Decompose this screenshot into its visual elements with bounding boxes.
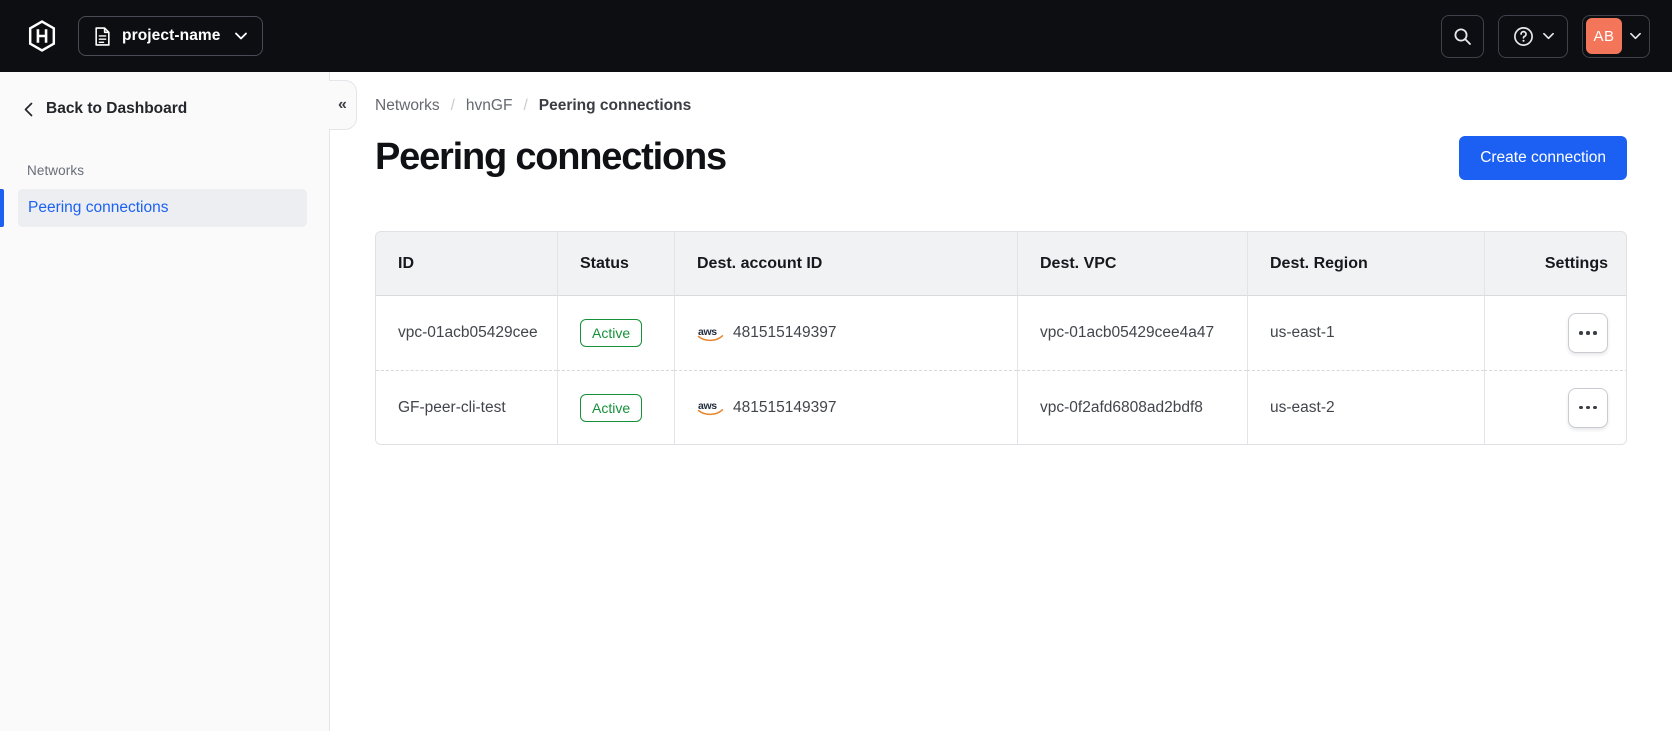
sidebar-collapse-button[interactable]: «	[329, 80, 357, 130]
column-header-settings: Settings	[1484, 232, 1626, 296]
cell-dest-region: us-east-1	[1247, 296, 1484, 370]
collapse-chevrons-icon: «	[338, 96, 347, 113]
sidebar-section-networks: Networks	[27, 163, 85, 178]
column-header-dest-account-id: Dest. account ID	[674, 232, 1017, 296]
hashicorp-logo[interactable]	[27, 20, 57, 52]
dest-account-id-value: 481515149397	[733, 398, 837, 416]
breadcrumb-separator: /	[450, 97, 455, 114]
cell-id: GF-peer-cli-test	[376, 370, 557, 444]
avatar: AB	[1586, 18, 1622, 54]
aws-icon: aws	[697, 325, 724, 342]
breadcrumb-separator: /	[523, 97, 528, 114]
back-to-dashboard-label: Back to Dashboard	[46, 100, 188, 117]
aws-icon: aws	[697, 399, 724, 416]
status-badge: Active	[580, 319, 643, 347]
sidebar-item-peering-connections[interactable]: Peering connections	[0, 189, 307, 227]
breadcrumb-networks[interactable]: Networks	[375, 97, 440, 115]
project-switcher-label: project-name	[122, 27, 221, 44]
back-to-dashboard-link[interactable]: Back to Dashboard	[24, 100, 329, 118]
sidebar: Back to Dashboard Networks Peering conne…	[0, 72, 330, 731]
status-badge: Active	[580, 393, 643, 422]
chevron-down-icon	[1630, 32, 1641, 40]
top-nav: project-name AB	[0, 0, 1672, 72]
table-row: vpc-01acb05429cee Active aws 48151514939…	[376, 296, 1626, 370]
hashicorp-logo-icon	[28, 20, 56, 52]
page-title: Peering connections	[375, 136, 727, 179]
table-header-row: ID Status Dest. account ID Dest. VPC Des…	[376, 232, 1626, 296]
help-icon	[1513, 26, 1534, 47]
chevron-down-icon	[234, 32, 247, 40]
column-header-dest-vpc: Dest. VPC	[1017, 232, 1247, 296]
svg-text:aws: aws	[698, 326, 717, 338]
svg-text:aws: aws	[698, 400, 717, 412]
row-settings-menu-button[interactable]	[1568, 387, 1608, 428]
search-button[interactable]	[1441, 14, 1484, 58]
chevron-left-icon	[24, 102, 33, 117]
cell-status: Active	[557, 296, 674, 370]
column-header-status: Status	[557, 232, 674, 296]
table-row: GF-peer-cli-test Active aws 481515149397…	[376, 370, 1626, 444]
search-icon	[1453, 27, 1472, 46]
peering-connections-table: ID Status Dest. account ID Dest. VPC Des…	[375, 231, 1627, 445]
sidebar-item-label: Peering connections	[28, 199, 169, 216]
cell-dest-vpc: vpc-01acb05429cee4a47	[1017, 296, 1247, 370]
column-header-id: ID	[376, 232, 557, 296]
column-header-dest-region: Dest. Region	[1247, 232, 1484, 296]
page-header: Peering connections Create connection	[375, 136, 1627, 180]
main-content: Networks / hvnGF / Peering connections P…	[330, 72, 1672, 445]
cell-settings	[1484, 296, 1626, 370]
cell-dest-account-id: aws 481515149397	[674, 296, 1017, 370]
cell-dest-vpc: vpc-0f2afd6808ad2bdf8	[1017, 370, 1247, 444]
user-menu-button[interactable]: AB	[1582, 14, 1650, 58]
row-settings-menu-button[interactable]	[1568, 313, 1608, 353]
cell-id: vpc-01acb05429cee	[376, 296, 557, 370]
breadcrumb-hvn[interactable]: hvnGF	[466, 97, 513, 115]
document-icon	[94, 26, 111, 46]
dest-account-id-value: 481515149397	[733, 324, 837, 341]
chevron-down-icon	[1542, 32, 1554, 40]
cell-status: Active	[557, 370, 674, 444]
project-switcher[interactable]: project-name	[78, 16, 263, 56]
breadcrumb-current: Peering connections	[538, 97, 692, 114]
cell-settings	[1484, 370, 1626, 444]
cell-dest-account-id: aws 481515149397	[674, 370, 1017, 444]
create-connection-button[interactable]: Create connection	[1459, 136, 1627, 180]
breadcrumb: Networks / hvnGF / Peering connections	[375, 97, 1627, 115]
cell-dest-region: us-east-2	[1247, 370, 1484, 444]
active-indicator	[0, 189, 4, 227]
nav-right-group: AB	[1441, 14, 1650, 58]
help-menu-button[interactable]	[1498, 14, 1568, 58]
